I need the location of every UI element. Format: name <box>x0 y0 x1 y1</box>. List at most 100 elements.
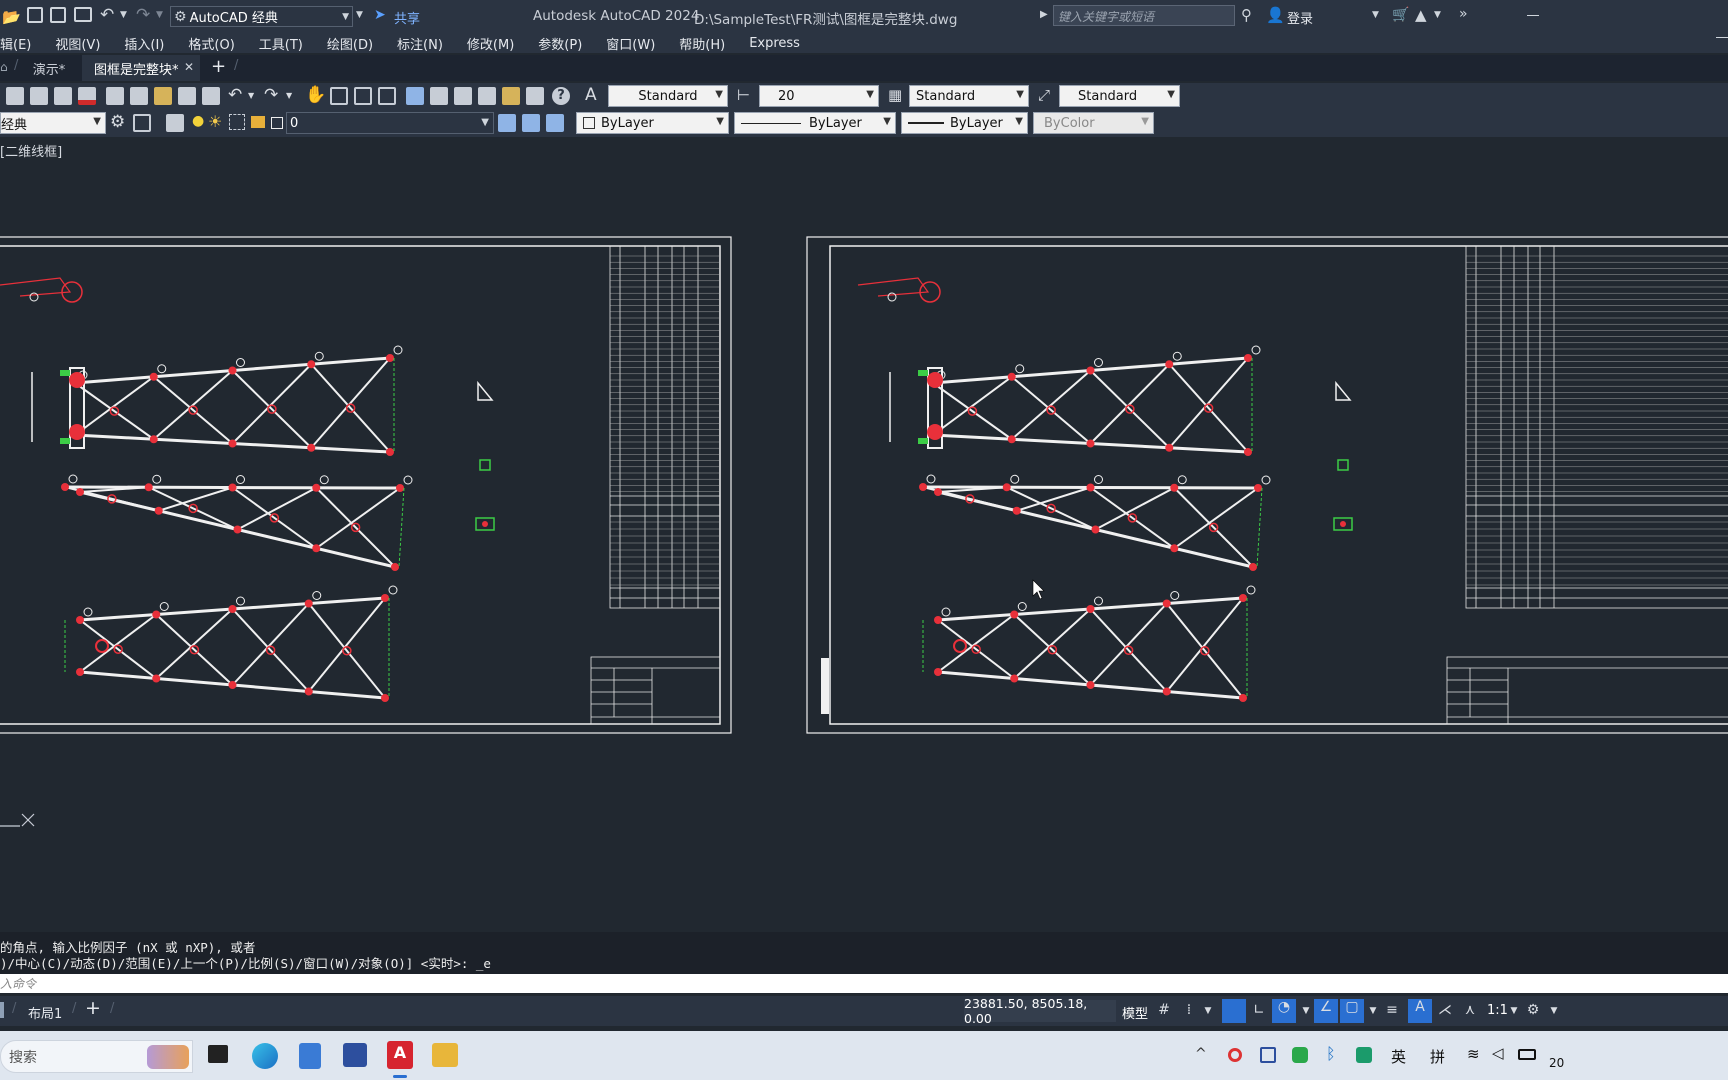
linetype-select[interactable]: ByLayer ▼ <box>734 112 896 134</box>
menu-item-draw[interactable]: 绘图(D) <box>327 34 373 53</box>
redo-icon[interactable]: ↷ <box>136 5 150 25</box>
layer-lock-icon[interactable] <box>251 116 265 128</box>
cut-icon[interactable] <box>106 87 124 105</box>
autocad-app-icon[interactable]: A <box>387 1041 413 1069</box>
menu-item-modify[interactable]: 修改(M) <box>467 34 514 53</box>
close-icon[interactable]: ✕ <box>184 60 194 74</box>
calculator-icon[interactable] <box>526 87 544 105</box>
task-view-icon[interactable] <box>208 1045 228 1063</box>
dwf-icon[interactable] <box>78 87 96 105</box>
ime-language-indicator[interactable]: 英 <box>1391 1046 1406 1067</box>
print-icon[interactable] <box>74 7 92 22</box>
autodesk-dropdown-icon[interactable]: ▼ <box>1434 10 1441 20</box>
undo-icon[interactable]: ↶ <box>100 5 114 25</box>
copy-icon[interactable] <box>130 87 148 105</box>
chevron-right-icon[interactable]: ▶ <box>1040 9 1048 20</box>
workspace-switch-icon[interactable]: ⚙ <box>1524 1002 1542 1020</box>
menu-item-tools[interactable]: 工具(T) <box>259 34 303 53</box>
polar-dropdown-icon[interactable]: ▼ <box>1297 1006 1315 1024</box>
tab-demo[interactable]: 演示* <box>20 55 78 81</box>
isodraft-icon[interactable]: ∠ <box>1314 999 1338 1023</box>
match-properties-icon[interactable] <box>178 87 196 105</box>
layer-thaw-icon[interactable]: ☀ <box>208 112 222 131</box>
menu-item-parametric[interactable]: 参数(P) <box>538 34 582 53</box>
table-style-icon[interactable]: ⤢ <box>1038 86 1050 104</box>
layer-properties-icon[interactable] <box>166 114 184 132</box>
zoom-realtime-icon[interactable] <box>330 87 348 105</box>
tab-active-drawing[interactable]: 图框是完整块* ✕ <box>82 55 200 81</box>
share-button[interactable]: 共享 <box>394 8 420 27</box>
infer-constraints-icon[interactable] <box>1222 999 1246 1023</box>
pan-icon[interactable]: ✋ <box>305 85 326 105</box>
publish-icon[interactable] <box>54 87 72 105</box>
notepad-icon[interactable] <box>299 1043 321 1069</box>
menu-item-insert[interactable]: 插入(I) <box>124 34 164 53</box>
new-tab-icon[interactable]: + <box>211 56 226 77</box>
model-space-button[interactable]: 模型 <box>1122 1003 1148 1022</box>
properties-icon[interactable] <box>406 87 424 105</box>
menu-item-window[interactable]: 窗口(W) <box>606 34 655 53</box>
help-icon[interactable]: ? <box>552 87 570 105</box>
new-layout-icon[interactable]: + <box>85 997 101 1019</box>
scale-dropdown-icon[interactable]: ▼ <box>1505 1006 1523 1024</box>
volume-icon[interactable]: ◁ <box>1492 1044 1504 1062</box>
layer-viewport-icon[interactable] <box>229 114 245 130</box>
command-input[interactable]: 入命令 <box>0 974 1728 993</box>
model-tab-marker[interactable] <box>0 1002 4 1018</box>
dim-scale-select[interactable]: 20 ▼ <box>759 85 879 107</box>
minimize-icon[interactable] <box>1527 15 1539 16</box>
plot-style-select[interactable]: ByColor ▼ <box>1033 112 1154 134</box>
bluetooth-icon[interactable]: ᛒ <box>1326 1044 1336 1063</box>
menu-item-edit[interactable]: 辑(E) <box>0 34 31 53</box>
login-dropdown-icon[interactable]: ▼ <box>1372 10 1379 20</box>
grid-icon[interactable]: # <box>1155 1002 1173 1020</box>
menu-item-dimension[interactable]: 标注(N) <box>397 34 443 53</box>
menu-item-help[interactable]: 帮助(H) <box>679 34 725 53</box>
workspace-settings-icon[interactable]: ⚙ <box>110 112 125 132</box>
record-icon[interactable] <box>1228 1048 1242 1062</box>
snap-dropdown-icon[interactable]: ▼ <box>1199 1006 1217 1024</box>
search-icon[interactable]: ⚲ <box>1241 6 1252 24</box>
search-input[interactable]: 键入关键字或短语 <box>1053 5 1235 26</box>
open-icon[interactable]: 📂 <box>2 8 21 26</box>
undo-toolbar-icon[interactable]: ↶ <box>228 85 242 105</box>
object-snap-icon[interactable]: ▢ <box>1340 999 1364 1023</box>
ortho-icon[interactable]: ∟ <box>1250 1002 1268 1020</box>
layer-color-swatch[interactable] <box>271 117 283 129</box>
battery-icon[interactable] <box>1518 1049 1536 1060</box>
menu-item-format[interactable]: 格式(O) <box>188 34 234 53</box>
design-center-icon[interactable] <box>430 87 448 105</box>
dim-style-icon[interactable]: ⊢ <box>737 86 750 104</box>
table-style-select[interactable]: Standard ▼ <box>1059 85 1180 107</box>
ime-mode-indicator[interactable]: 拼 <box>1430 1046 1445 1067</box>
autodesk-icon[interactable]: ▲ <box>1415 6 1427 24</box>
save-icon[interactable] <box>27 7 43 23</box>
tool-palettes-icon[interactable] <box>454 87 472 105</box>
wifi-icon[interactable]: ≋ <box>1467 1045 1480 1063</box>
workspace-customize-icon[interactable] <box>133 114 151 132</box>
layer-select[interactable]: 0 ▼ <box>286 112 494 134</box>
redo-toolbar-dropdown-icon[interactable]: ▼ <box>286 91 292 100</box>
text-style-icon[interactable]: A <box>585 85 597 105</box>
paste-icon[interactable] <box>154 87 172 105</box>
clock-display[interactable]: 20 <box>1549 1056 1564 1070</box>
cad-viewer-icon[interactable] <box>432 1043 458 1067</box>
layer-on-icon[interactable]: ● <box>192 113 204 129</box>
wechat-icon[interactable] <box>1292 1047 1308 1063</box>
workspace-selector[interactable]: ⚙ AutoCAD 经典 ▼ <box>170 6 353 27</box>
redo-toolbar-icon[interactable]: ↷ <box>264 85 278 105</box>
auto-scale-icon[interactable]: ⋌ <box>1436 1002 1454 1020</box>
layer-state-icon[interactable] <box>546 114 564 132</box>
undo-dropdown-icon[interactable]: ▼ <box>120 10 127 20</box>
layer-previous-icon[interactable] <box>522 114 540 132</box>
text-style-select[interactable]: Standard ▼ <box>608 85 728 107</box>
undo-toolbar-dropdown-icon[interactable]: ▼ <box>248 91 254 100</box>
cart-icon[interactable]: 🛒 <box>1392 7 1409 23</box>
taskbar-search[interactable]: 搜索 <box>0 1040 193 1073</box>
save-as-icon[interactable] <box>50 7 66 23</box>
annotation-scale-icon[interactable]: ⋏ <box>1461 1002 1479 1020</box>
edge-icon[interactable] <box>252 1043 278 1069</box>
make-current-layer-icon[interactable] <box>498 114 516 132</box>
window-restore-icon[interactable] <box>1716 37 1728 38</box>
zoom-window-icon[interactable] <box>354 87 372 105</box>
